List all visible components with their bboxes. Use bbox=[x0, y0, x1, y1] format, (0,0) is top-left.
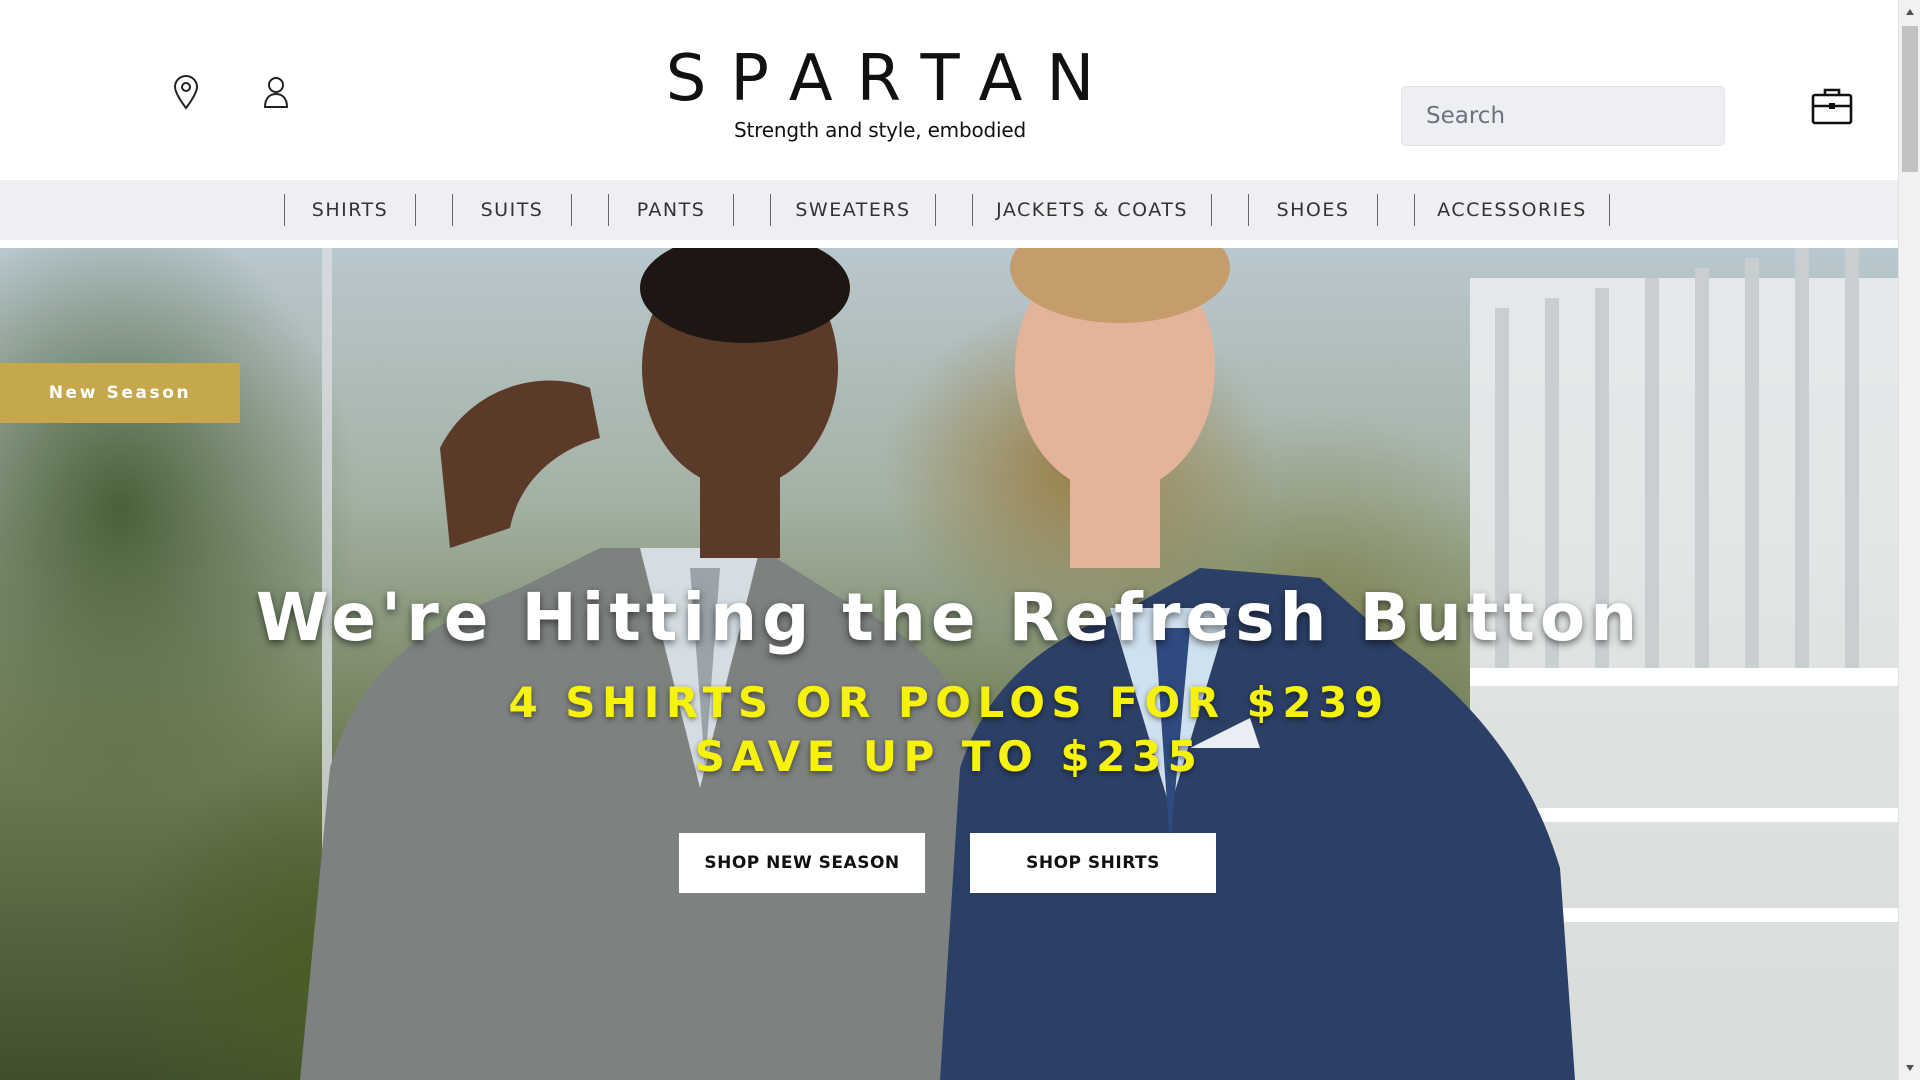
search-box bbox=[1401, 86, 1725, 146]
page: SPARTAN Strength and style, embodied SHI… bbox=[0, 0, 1920, 1080]
nav-item-jackets-coats[interactable]: JACKETS & COATS bbox=[972, 194, 1212, 226]
nav-item-sweaters[interactable]: SWEATERS bbox=[770, 194, 936, 226]
hero-offer-line-2: SAVE UP TO $235 bbox=[694, 732, 1204, 781]
hero-banner: New Season We're Hitting the Refresh But… bbox=[0, 248, 1898, 1080]
brand-logo[interactable]: SPARTAN Strength and style, embodied bbox=[620, 40, 1140, 142]
main-nav: SHIRTS SUITS PANTS SWEATERS JACKETS & CO… bbox=[0, 180, 1898, 240]
nav-item-accessories[interactable]: ACCESSORIES bbox=[1414, 194, 1610, 226]
shop-new-season-button[interactable]: SHOP NEW SEASON bbox=[679, 833, 925, 893]
site-header: SPARTAN Strength and style, embodied bbox=[0, 0, 1898, 180]
hero-headline: We're Hitting the Refresh Button bbox=[255, 579, 1643, 656]
new-season-badge[interactable]: New Season bbox=[0, 363, 240, 423]
logo-tagline: Strength and style, embodied bbox=[734, 118, 1026, 142]
nav-item-shoes[interactable]: SHOES bbox=[1248, 194, 1378, 226]
user-icon[interactable] bbox=[256, 72, 296, 112]
logo-title: SPARTAN bbox=[665, 42, 1119, 116]
page-scrollbar[interactable] bbox=[1898, 0, 1920, 1080]
nav-item-suits[interactable]: SUITS bbox=[452, 194, 572, 226]
search-input[interactable] bbox=[1402, 87, 1724, 145]
briefcase-icon[interactable] bbox=[1810, 84, 1854, 128]
hero-image bbox=[300, 248, 1898, 1080]
scroll-down-arrow-icon[interactable] bbox=[1899, 1058, 1920, 1078]
nav-item-pants[interactable]: PANTS bbox=[608, 194, 734, 226]
shop-shirts-button[interactable]: SHOP SHIRTS bbox=[970, 833, 1216, 893]
hero-offer-line-1: 4 SHIRTS OR POLOS FOR $239 bbox=[508, 678, 1390, 727]
scroll-up-arrow-icon[interactable] bbox=[1899, 2, 1920, 22]
nav-item-shirts[interactable]: SHIRTS bbox=[284, 194, 416, 226]
scrollbar-thumb[interactable] bbox=[1902, 26, 1918, 172]
map-pin-icon[interactable] bbox=[166, 72, 206, 112]
